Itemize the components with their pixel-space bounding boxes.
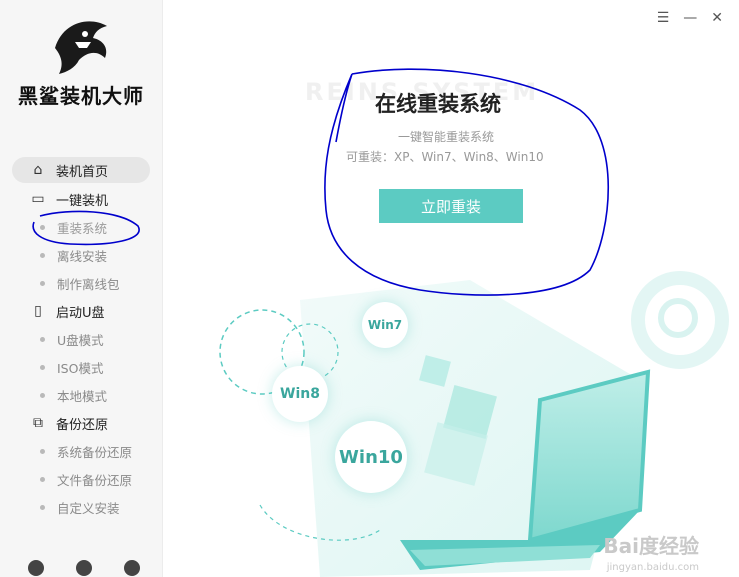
bullet-icon xyxy=(40,476,45,482)
win8-bubble: Win8 xyxy=(272,366,328,422)
sidebar-item-local-mode[interactable]: 本地模式 xyxy=(40,384,107,406)
sidebar-item-boot-usb[interactable]: ▯ 启动U盘 xyxy=(12,298,150,324)
qq-icon[interactable] xyxy=(76,560,92,576)
sidebar-item-label: 装机首页 xyxy=(56,164,109,180)
shark-logo-icon xyxy=(55,21,107,74)
baidu-watermark-url: jingyan.baidu.com xyxy=(606,562,699,573)
sidebar: 黑鲨装机大师 ⌂ 装机首页 ▭ 一键装机 重装系统 离线安装 制作离线包 ▯ 启… xyxy=(0,0,163,577)
bullet-icon xyxy=(40,448,45,454)
supported-systems-text: 可重装：XP、Win7、Win8、Win10 xyxy=(346,150,544,164)
menu-icon[interactable]: ☰ xyxy=(657,10,670,26)
usb-icon: ▯ xyxy=(34,303,42,319)
bullet-icon xyxy=(40,252,45,258)
baidu-watermark: Bai度经验 xyxy=(603,534,699,558)
bullet-icon xyxy=(40,364,45,370)
sidebar-item-label: 制作离线包 xyxy=(57,276,120,292)
sidebar-item-label: 自定义安装 xyxy=(57,500,120,516)
sidebar-item-custom-install[interactable]: 自定义安装 xyxy=(40,496,120,518)
sidebar-item-make-offline-package[interactable]: 制作离线包 xyxy=(40,272,120,294)
sidebar-item-home[interactable]: ⌂ 装机首页 xyxy=(12,157,150,183)
sidebar-item-label: 重装系统 xyxy=(57,220,108,236)
win7-bubble: Win7 xyxy=(362,302,408,348)
win10-bubble: Win10 xyxy=(335,421,407,493)
bullet-icon xyxy=(40,392,45,398)
sidebar-item-backup-restore[interactable]: ⧉ 备份还原 xyxy=(12,410,150,436)
wechat-icon[interactable] xyxy=(124,560,140,576)
sidebar-item-file-backup[interactable]: 文件备份还原 xyxy=(40,468,132,490)
sidebar-item-label: 离线安装 xyxy=(57,248,108,264)
sidebar-item-usb-mode[interactable]: U盘模式 xyxy=(40,328,104,350)
sidebar-item-one-click-install[interactable]: ▭ 一键装机 xyxy=(12,186,150,212)
page-title: 在线重装系统 xyxy=(375,92,501,116)
sidebar-item-label: ISO模式 xyxy=(57,360,104,376)
user-icon[interactable] xyxy=(28,560,44,576)
sidebar-item-reinstall-system[interactable]: 重装系统 xyxy=(40,216,107,238)
laptop-illustration xyxy=(219,271,729,577)
backup-icon: ⧉ xyxy=(33,415,43,431)
sidebar-item-label: 文件备份还原 xyxy=(57,472,133,488)
sidebar-item-label: 启动U盘 xyxy=(56,305,105,321)
bullet-icon xyxy=(40,504,45,510)
home-icon: ⌂ xyxy=(33,162,43,178)
close-icon[interactable]: ✕ xyxy=(711,10,723,26)
bullet-icon xyxy=(40,336,45,342)
sidebar-item-label: 一键装机 xyxy=(56,193,109,209)
monitor-icon: ▭ xyxy=(31,191,45,207)
sidebar-item-label: 系统备份还原 xyxy=(57,444,133,460)
page-subtitle: 一键智能重装系统 xyxy=(398,130,495,144)
sidebar-item-offline-install[interactable]: 离线安装 xyxy=(40,244,107,266)
sidebar-item-iso-mode[interactable]: ISO模式 xyxy=(40,356,103,378)
bottom-toolbar xyxy=(28,560,140,576)
bullet-icon xyxy=(40,280,45,286)
reinstall-now-button[interactable]: 立即重装 xyxy=(379,189,523,223)
sidebar-item-label: 备份还原 xyxy=(56,417,109,433)
sidebar-item-label: U盘模式 xyxy=(57,332,104,348)
brand-name: 黑鲨装机大师 xyxy=(18,84,144,108)
window-controls: ☰ — ✕ xyxy=(657,10,723,26)
bullet-icon xyxy=(40,224,45,230)
minimize-icon[interactable]: — xyxy=(683,10,697,26)
sidebar-item-system-backup[interactable]: 系统备份还原 xyxy=(40,440,132,462)
sidebar-item-label: 本地模式 xyxy=(57,388,108,404)
